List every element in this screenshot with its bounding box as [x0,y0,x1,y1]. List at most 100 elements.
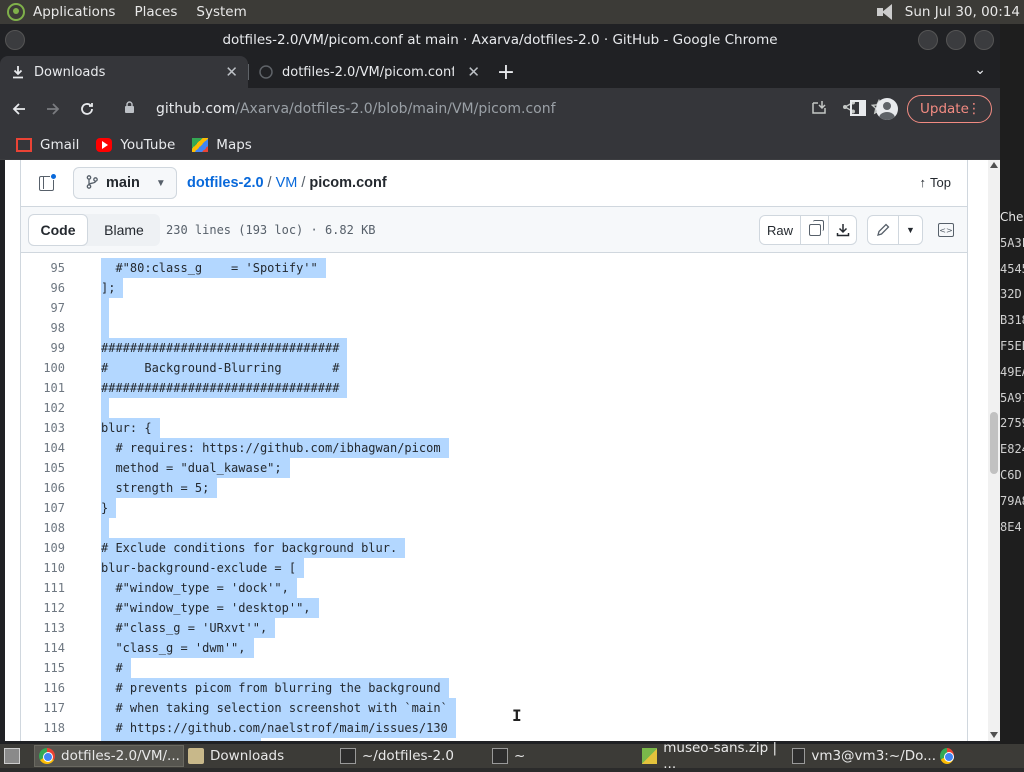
close-window-button[interactable] [974,30,994,50]
menu-system[interactable]: System [196,4,246,20]
background-text: 79A8 [1000,493,1024,508]
line-number[interactable]: 114 [21,638,65,658]
taskbar-item-chrome-2[interactable] [936,745,960,767]
install-app-icon[interactable] [811,99,827,119]
reload-icon[interactable] [72,94,102,124]
forward-arrow-icon[interactable] [38,94,68,124]
branch-selector[interactable]: main ▼ [73,167,177,199]
line-number[interactable]: 116 [21,678,65,698]
top-link[interactable]: ↑ Top [920,175,951,190]
close-tab-icon[interactable]: ✕ [225,63,238,81]
tab-search-chevron-icon[interactable]: ⌄ [974,62,986,78]
line-text: ]; [101,278,124,298]
line-number[interactable]: 106 [21,478,65,498]
menu-applications[interactable]: Applications [33,4,115,20]
page-scrollbar[interactable] [988,160,1000,741]
code-line: 102 [21,398,967,418]
line-number[interactable]: 99 [21,338,65,358]
maximize-button[interactable] [946,30,966,50]
scroll-down-icon[interactable] [990,732,998,738]
window-menu-button[interactable] [5,30,25,50]
youtube-icon [96,137,113,152]
line-number[interactable]: 101 [21,378,65,398]
taskbar-item-terminal-vm3[interactable]: vm3@vm3:~/Do... [788,745,936,767]
new-tab-button[interactable]: + [490,56,522,88]
code-line: 118 # https://github.com/naelstrof/maim/… [21,718,967,738]
line-number[interactable]: 113 [21,618,65,638]
copy-raw-button[interactable] [800,216,828,244]
tab-downloads[interactable]: Downloads ✕ [0,56,248,88]
line-number[interactable]: 117 [21,698,65,718]
line-number[interactable]: 102 [21,398,65,418]
bookmark-youtube[interactable]: YouTube [96,137,175,153]
side-panel-icon[interactable] [850,100,866,116]
line-number[interactable]: 100 [21,358,65,378]
line-number[interactable]: 119 [21,738,65,741]
taskbar-item-terminal-dotfiles[interactable]: ~/dotfiles-2.0 [336,745,488,767]
line-number[interactable]: 111 [21,578,65,598]
line-text: blur: { [101,418,160,438]
edit-more-button[interactable]: ▼ [898,216,922,244]
clock[interactable]: Sun Jul 30, 00:14 [905,4,1020,20]
menu-places[interactable]: Places [134,4,177,20]
tab-strip: Downloads ✕ dotfiles-2.0/VM/picom.conf a… [0,56,1000,88]
chrome-icon [940,748,954,764]
breadcrumb-folder[interactable]: VM [276,175,298,191]
line-number[interactable]: 103 [21,418,65,438]
pencil-icon [877,223,890,236]
background-text: B318 [1000,313,1024,328]
page-viewport: main ▼ dotfiles-2.0/VM / picom.conf ↑ Top C… [5,160,988,741]
applications-logo-icon[interactable] [7,3,25,21]
line-number[interactable]: 107 [21,498,65,518]
bookmark-maps[interactable]: Maps [192,137,252,153]
scrollbar-thumb[interactable] [990,412,998,474]
terminal-icon [792,748,806,764]
line-number[interactable]: 98 [21,318,65,338]
tab-picom-conf[interactable]: dotfiles-2.0/VM/picom.conf at ✕ [248,56,490,88]
line-number[interactable]: 115 [21,658,65,678]
window-titlebar[interactable]: dotfiles-2.0/VM/picom.conf at main · Axa… [0,24,1000,56]
file-tree-toggle-button[interactable] [31,168,61,198]
line-number[interactable]: 112 [21,598,65,618]
line-number[interactable]: 95 [21,258,65,278]
show-desktop-button[interactable] [0,745,34,767]
line-number[interactable]: 109 [21,538,65,558]
line-number[interactable]: 104 [21,438,65,458]
background-text: 32D [1000,287,1022,302]
line-number[interactable]: 108 [21,518,65,538]
taskbar-item-archive[interactable]: museo-sans.zip | ... [638,740,788,772]
close-tab-icon[interactable]: ✕ [467,63,480,81]
address-bar[interactable]: github.com/Axarva/dotfiles-2.0/blob/main… [112,94,897,124]
bookmark-label: Gmail [40,136,80,153]
tab-code[interactable]: Code [28,213,88,246]
loading-icon [258,64,274,80]
tab-blame[interactable]: Blame [88,214,160,246]
line-number[interactable]: 118 [21,718,65,738]
breadcrumb-repo[interactable]: dotfiles-2.0 [187,175,264,191]
back-arrow-icon[interactable] [4,94,34,124]
download-raw-button[interactable] [828,216,856,244]
profile-avatar[interactable] [876,98,898,120]
code-line: 109 # Exclude conditions for background b… [21,538,967,558]
notification-dot [50,173,57,180]
edit-file-button[interactable] [868,216,898,244]
code-view[interactable]: 95 #"80:class_g = 'Spotify'" 96]; 97 98 99 ##… [20,253,968,741]
line-number[interactable]: 105 [21,458,65,478]
symbols-panel-button[interactable]: <> [933,217,959,243]
volume-icon[interactable] [876,4,897,20]
scroll-up-icon[interactable] [990,162,998,168]
line-number[interactable]: 97 [21,298,65,318]
taskbar-item-chrome[interactable]: dotfiles-2.0/VM/... [34,745,184,767]
bookmark-gmail[interactable]: Gmail [16,137,79,153]
taskbar-item-downloads[interactable]: Downloads [184,745,336,767]
line-text: # Background-Blurring # [101,358,348,378]
minimize-button[interactable] [918,30,938,50]
line-number[interactable]: 110 [21,558,65,578]
line-number[interactable]: 96 [21,278,65,298]
taskbar-item-terminal-home[interactable]: ~ [488,745,638,767]
code-line: 108 [21,518,967,538]
branch-name: main [106,175,140,191]
raw-button[interactable]: Raw [760,216,800,244]
lock-icon[interactable] [124,101,142,117]
update-button[interactable]: Update ⋮ [907,95,992,123]
